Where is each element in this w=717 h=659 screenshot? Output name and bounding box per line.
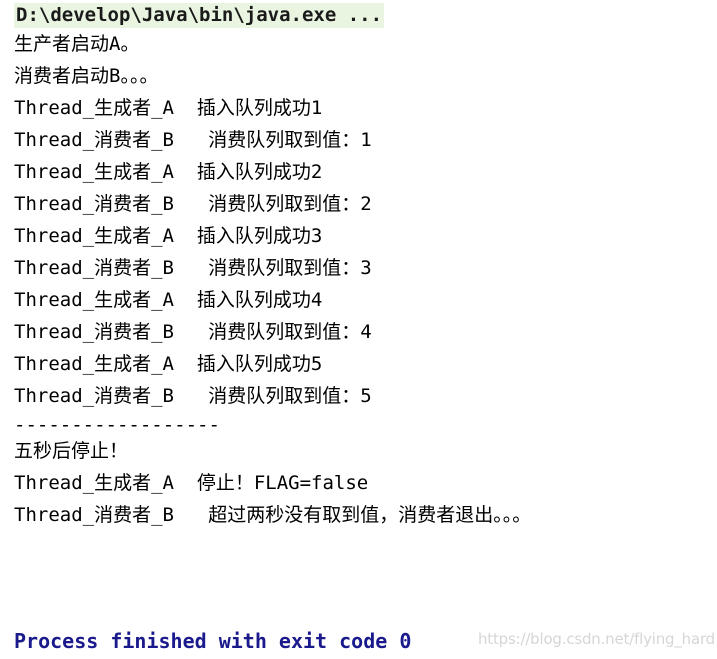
output-line: Thread_生成者_A 停止！FLAG=false (14, 472, 369, 494)
blog-watermark: https://blog.csdn.net/flying_hard (478, 630, 715, 648)
output-line: Thread_生成者_A 插入队列成功2 (14, 161, 323, 183)
java-command-text: D:\develop\Java\bin\java.exe ... (14, 3, 385, 28)
output-line: Thread_消费者_B 消费队列取到值：2 (14, 193, 372, 215)
separator-line: ------------------ (14, 414, 220, 436)
output-line: Thread_生成者_A 插入队列成功3 (14, 225, 323, 247)
output-line: Thread_消费者_B 消费队列取到值：3 (14, 257, 372, 279)
java-command-line: D:\develop\Java\bin\java.exe ... (14, 2, 385, 28)
output-line: 五秒后停止！ (14, 440, 129, 462)
output-line: Thread_生成者_A 插入队列成功4 (14, 289, 323, 311)
output-line: Thread_生成者_A 插入队列成功5 (14, 353, 323, 375)
output-line: Thread_消费者_B 消费队列取到值：5 (14, 385, 372, 407)
console-output-panel[interactable]: D:\develop\Java\bin\java.exe ... 生产者启动A。… (0, 0, 717, 659)
process-exit-message: Process finished with exit code 0 (14, 629, 412, 653)
output-line: Thread_消费者_B 超过两秒没有取到值，消费者退出。。。 (14, 504, 532, 526)
output-line: 生产者启动A。 (14, 33, 140, 55)
output-line: Thread_消费者_B 消费队列取到值：1 (14, 129, 372, 151)
output-line: 消费者启动B。。。 (14, 65, 159, 87)
output-line: Thread_消费者_B 消费队列取到值：4 (14, 321, 372, 343)
output-line: Thread_生成者_A 插入队列成功1 (14, 97, 323, 119)
